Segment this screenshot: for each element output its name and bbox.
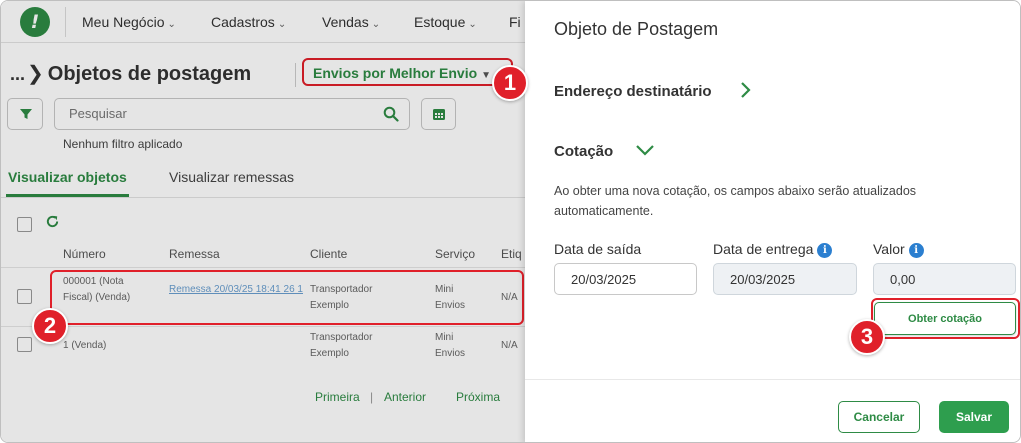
annotation-badge-1: 1 — [492, 65, 528, 101]
section-cotacao[interactable]: Cotação — [554, 143, 613, 160]
screenshot-frame: ! Meu Negócio ⌄ Cadastros ⌄ Vendas ⌄ Estoqu… — [0, 0, 1021, 443]
objeto-postagem-drawer: Objeto de Postagem Endereço destinatário… — [525, 1, 1020, 442]
footer-divider — [525, 379, 1020, 380]
data-saida-input[interactable] — [554, 263, 697, 295]
cancel-button[interactable]: Cancelar — [838, 401, 920, 433]
info-icon[interactable]: i — [817, 242, 833, 258]
annotation-badge-3: 3 — [849, 319, 885, 355]
data-saida-label: Data de saída — [554, 241, 642, 257]
chevron-down-icon[interactable] — [635, 143, 655, 157]
annotation-badge-2: 2 — [32, 308, 68, 344]
info-icon[interactable]: i — [908, 242, 924, 258]
data-entrega-field — [713, 263, 857, 295]
save-button[interactable]: Salvar — [939, 401, 1009, 433]
section-endereco-destinatario[interactable]: Endereço destinatário — [554, 83, 712, 100]
cotacao-description: Ao obter uma nova cotação, os campos aba… — [554, 184, 917, 218]
drawer-title: Objeto de Postagem — [554, 19, 719, 39]
row-highlight-annotation — [50, 270, 524, 325]
data-entrega-label: Data de entrega i — [713, 241, 833, 258]
obter-cotacao-button[interactable]: Obter cotação — [874, 302, 1016, 335]
main-app: ! Meu Negócio ⌄ Cadastros ⌄ Vendas ⌄ Estoqu… — [1, 1, 525, 442]
valor-field — [873, 263, 1016, 295]
valor-label: Valor i — [873, 241, 924, 258]
chevron-right-icon[interactable] — [739, 81, 753, 99]
modal-backdrop[interactable] — [1, 1, 525, 442]
